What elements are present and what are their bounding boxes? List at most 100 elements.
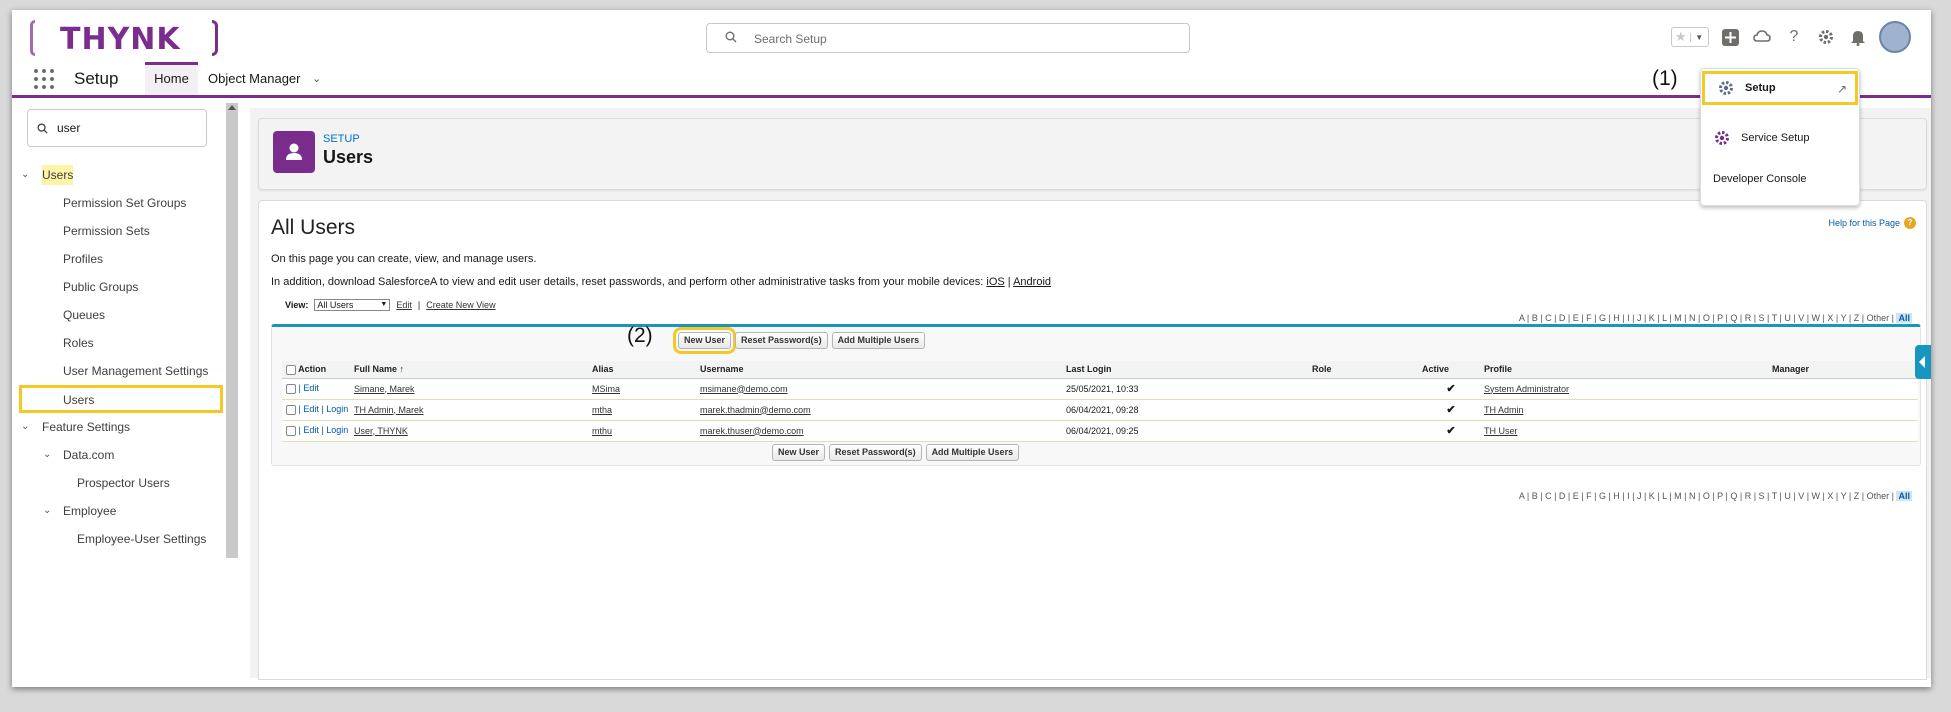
column-alias[interactable]: Alias [588,361,696,379]
user-avatar[interactable] [1879,21,1911,53]
cell-alias: mtha [588,399,696,421]
alpha-all[interactable]: All [1896,491,1912,501]
main-content: SETUP Users All Users Help for this Page… [250,108,1931,680]
help-icon[interactable]: ? [1783,26,1805,48]
add-multiple-users-button[interactable]: Add Multiple Users [831,332,926,349]
select-all-checkbox[interactable] [286,364,296,375]
view-select[interactable]: All Users [314,299,391,311]
chevron-down-icon[interactable]: ⌄ [21,165,29,185]
table-row: | Edit | Login User, THYNK mthu marek.th… [282,420,1918,442]
tree-group-employee[interactable]: ⌄ Employee [12,497,223,525]
bell-icon[interactable] [1847,26,1869,48]
setup-menu-item-service-setup[interactable]: Service Setup [1701,121,1859,155]
sidebar-scrollbar[interactable] [226,103,238,558]
sidebar-item-public-groups[interactable]: Public Groups [12,273,223,301]
sidebar-item-employee-user-settings[interactable]: Employee-User Settings [12,525,223,553]
column-profile[interactable]: Profile [1480,361,1768,379]
edit-link[interactable]: | Edit | [299,404,327,414]
profile-link[interactable]: System Administrator [1484,384,1569,394]
star-icon[interactable]: ★ [1672,29,1690,45]
ios-link[interactable]: iOS [986,276,1004,288]
quick-find-input[interactable]: user [27,109,207,147]
sidebar-item-permission-sets[interactable]: Permission Sets [12,217,223,245]
reset-password-button[interactable]: Reset Password(s) [829,444,922,461]
page-eyebrow[interactable]: SETUP [323,133,360,145]
cell-username: msimane@demo.com [696,378,1062,400]
column-role[interactable]: Role [1308,361,1418,379]
sidebar-item-queues[interactable]: Queues [12,301,223,329]
alpha-all[interactable]: All [1896,313,1912,323]
alias-link[interactable]: mthu [592,426,612,436]
column-action[interactable]: Action [282,361,350,379]
sort-arrow-icon: ↑ [399,364,405,375]
column-active[interactable]: Active [1418,361,1480,379]
add-icon[interactable] [1719,26,1741,48]
chevron-down-icon[interactable]: ⌄ [21,417,29,437]
setup-menu-item-setup[interactable]: Setup ↗ [1702,71,1858,105]
login-link[interactable]: Login [326,404,348,414]
new-user-button[interactable]: New User [772,444,826,461]
alpha-letters[interactable]: A | B | C | D | E | F | G | H | I | J | … [1519,491,1889,501]
android-link[interactable]: Android [1013,276,1051,288]
tree-group-users[interactable]: ⌄ Users [12,161,223,189]
edit-link[interactable]: | Edit [299,383,319,393]
user-name-link[interactable]: Simane, Marek [354,384,415,394]
alias-link[interactable]: MSima [592,384,620,394]
user-name-link[interactable]: TH Admin, Marek [354,405,424,415]
row-checkbox[interactable] [286,425,296,436]
reset-password-button[interactable]: Reset Password(s) [735,332,828,349]
gear-icon[interactable] [1815,26,1837,48]
column-last-login[interactable]: Last Login [1062,361,1308,379]
alias-link[interactable]: mtha [592,405,612,415]
column-full-name[interactable]: Full Name ↑ [350,361,588,379]
help-link-label: Help for this Page [1828,218,1900,228]
setup-menu-item-developer-console[interactable]: Developer Console [1713,173,1807,185]
sidebar-item-prospector-users[interactable]: Prospector Users [12,469,223,497]
chevron-down-icon[interactable]: ▼ [1689,32,1709,42]
active-check-icon: ✔ [1418,399,1480,421]
cell-profile: TH User [1480,420,1768,442]
tree-group-label: Employee [63,504,117,518]
edit-view-link[interactable]: Edit [396,300,412,310]
edit-link[interactable]: | Edit | [299,425,327,435]
add-multiple-users-button[interactable]: Add Multiple Users [925,444,1020,461]
sidebar-item-profiles[interactable]: Profiles [12,245,223,273]
app-launcher-icon[interactable] [34,69,54,89]
column-manager[interactable]: Manager [1768,361,1918,379]
help-link[interactable]: Help for this Page ? [1828,217,1916,229]
chevron-down-icon[interactable]: ⌄ [43,445,51,465]
create-new-view-link[interactable]: Create New View [426,300,495,310]
chevron-down-icon[interactable]: ⌄ [312,72,321,85]
alpha-filter-bottom[interactable]: A | B | C | D | E | F | G | H | I | J | … [1519,491,1912,501]
row-checkbox[interactable] [286,383,296,394]
sidebar-item-roles[interactable]: Roles [12,329,223,357]
collapse-panel-tab[interactable] [1915,345,1931,379]
tab-home[interactable]: Home [145,62,198,95]
username-link[interactable]: msimane@demo.com [700,384,788,394]
alpha-letters[interactable]: A | B | C | D | E | F | G | H | I | J | … [1519,313,1889,323]
chevron-down-icon[interactable]: ⌄ [43,501,51,521]
alpha-filter-top[interactable]: A | B | C | D | E | F | G | H | I | J | … [1519,313,1912,323]
trailhead-icon[interactable] [1751,26,1773,48]
column-username[interactable]: Username [696,361,1062,379]
view-label: View: [285,300,309,310]
sidebar-item-user-management-settings[interactable]: User Management Settings [12,357,223,385]
profile-link[interactable]: TH User [1484,426,1518,436]
global-search-input[interactable]: Search Setup [706,23,1190,53]
company-logo[interactable]: THYNK [30,20,220,57]
tree-group-feature-settings[interactable]: ⌄ Feature Settings [12,413,223,441]
tree-group-datacom[interactable]: ⌄ Data.com [12,441,223,469]
profile-link[interactable]: TH Admin [1484,405,1524,415]
new-user-button[interactable]: New User [672,327,737,354]
table-header-row: Action Full Name ↑ Alias Username Last L… [282,361,1918,379]
favorites-button[interactable]: ★ ▼ [1671,27,1709,47]
username-link[interactable]: marek.thadmin@demo.com [700,405,811,415]
username-link[interactable]: marek.thuser@demo.com [700,426,804,436]
user-name-link[interactable]: User, THYNK [354,426,408,436]
login-link[interactable]: Login [326,425,348,435]
sidebar-item-users[interactable]: Users [19,385,223,413]
sidebar-item-permission-set-groups[interactable]: Permission Set Groups [12,189,223,217]
tab-object-manager[interactable]: Object Manager [208,71,301,86]
row-checkbox[interactable] [286,404,296,415]
cell-role [1308,399,1418,421]
